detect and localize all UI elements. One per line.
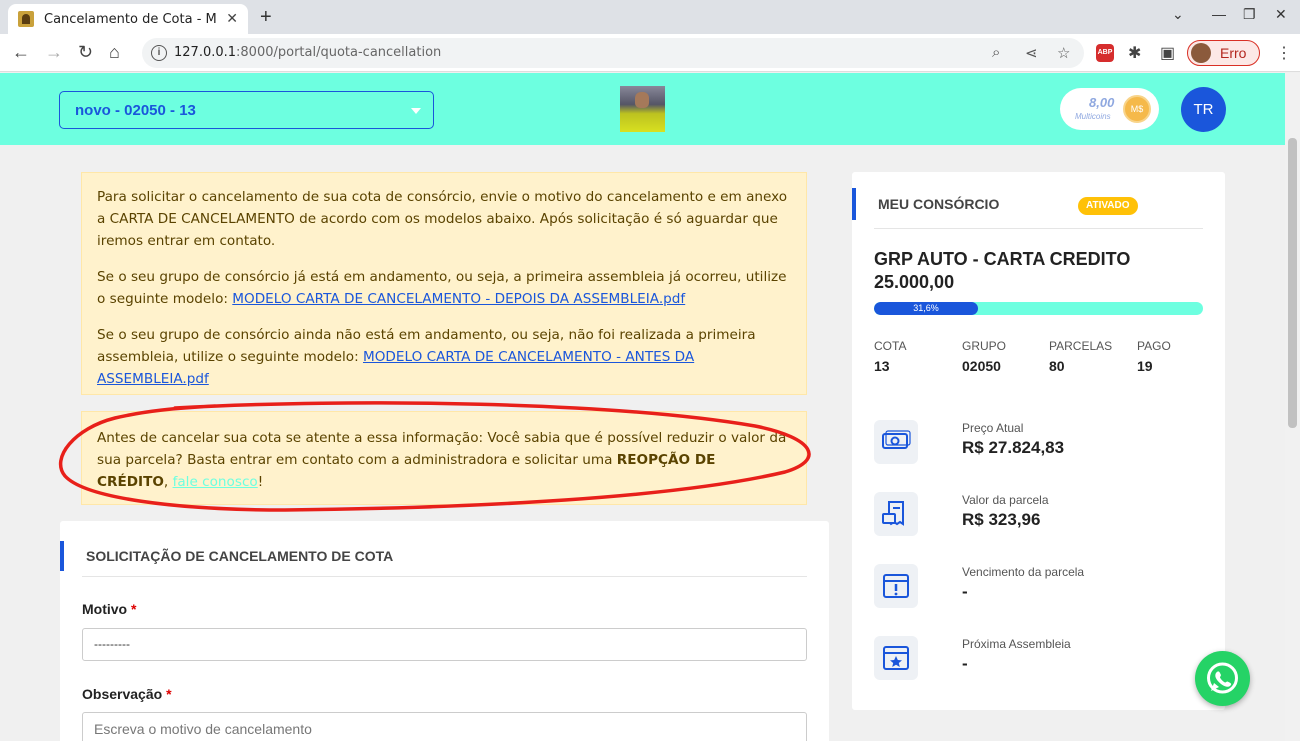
share-icon[interactable]: ⋖ <box>1025 44 1038 62</box>
minimize-icon[interactable]: — <box>1212 6 1226 22</box>
new-tab-icon[interactable]: + <box>260 6 272 29</box>
back-icon[interactable]: ← <box>12 42 30 63</box>
profile-status-label: Erro <box>1220 45 1247 61</box>
chevron-down-icon <box>411 108 421 114</box>
side-panel-icon[interactable]: ▣ <box>1160 43 1175 63</box>
home-icon[interactable]: ⌂ <box>109 42 120 63</box>
close-tab-icon[interactable]: ✕ <box>226 10 238 27</box>
info-installment-value: Valor da parcela R$ 323,96 <box>874 492 1204 536</box>
card-title: MEU CONSÓRCIO <box>852 188 999 220</box>
motivo-select[interactable]: --------- <box>82 628 807 661</box>
my-consortium-card: MEU CONSÓRCIO ATIVADO GRP AUTO - CARTA C… <box>852 172 1225 710</box>
scrollbar-thumb[interactable] <box>1288 138 1297 428</box>
after-assembly-text: Se o seu grupo de consórcio já está em a… <box>97 269 787 307</box>
money-icon <box>874 420 918 464</box>
close-window-icon[interactable]: ✕ <box>1275 6 1287 23</box>
required-mark: * <box>131 601 137 617</box>
site-favicon-icon <box>18 11 34 27</box>
site-info-icon[interactable]: i <box>151 45 167 61</box>
multicoins-balance[interactable]: 8,00 Multicoins M$ <box>1060 88 1159 130</box>
adblock-icon[interactable]: ABP <box>1096 44 1114 62</box>
stat-grupo: GRUPO 02050 <box>962 339 1007 374</box>
credit-reoption-notice: Antes de cancelar sua cota se atente a e… <box>81 411 807 505</box>
motivo-label: Motivo * <box>82 601 137 617</box>
form-title: SOLICITAÇÃO DE CANCELAMENTO DE COTA <box>60 541 393 571</box>
coins-value: 8,00 <box>1089 95 1115 110</box>
profile-button[interactable]: Erro <box>1187 40 1260 66</box>
after-assembly-template-link[interactable]: MODELO CARTA DE CANCELAMENTO - DEPOIS DA… <box>232 291 685 307</box>
coin-icon: M$ <box>1123 95 1151 123</box>
calendar-star-icon <box>874 636 918 680</box>
calendar-alert-icon <box>874 564 918 608</box>
extensions-icon[interactable]: ✱ <box>1128 43 1141 63</box>
before-assembly-text: Se o seu grupo de consórcio ainda não es… <box>97 327 756 387</box>
contact-us-link[interactable]: fale conosco <box>173 474 258 490</box>
required-mark: * <box>166 686 172 702</box>
invoice-icon <box>874 492 918 536</box>
intro-text: Para solicitar o cancelamento de sua cot… <box>97 189 788 249</box>
info-next-assembly: Próxima Assembleia - <box>874 636 1204 680</box>
stat-cota: COTA 13 <box>874 339 907 374</box>
restore-icon[interactable]: ❐ <box>1243 6 1256 23</box>
quota-selector-value: novo - 02050 - 13 <box>75 102 196 119</box>
whatsapp-icon <box>1207 662 1238 694</box>
progress-fill: 31,6% <box>874 302 978 315</box>
url-text: 127.0.0.1:8000/portal/quota-cancellation <box>174 45 442 60</box>
observacao-textarea[interactable]: Escreva o motivo de cancelamento <box>82 712 807 741</box>
warning-text: Antes de cancelar sua cota se atente a e… <box>97 430 787 490</box>
reload-icon[interactable]: ↻ <box>78 42 93 63</box>
quota-selector[interactable]: novo - 02050 - 13 <box>59 91 434 129</box>
browser-tabbar: Cancelamento de Cota - M ✕ + ⌄ — ❐ ✕ <box>0 0 1300 34</box>
cancellation-form: SOLICITAÇÃO DE CANCELAMENTO DE COTA Moti… <box>60 521 829 741</box>
profile-photo <box>620 86 665 132</box>
cancellation-instructions: Para solicitar o cancelamento de sua cot… <box>81 172 807 395</box>
forward-icon[interactable]: → <box>45 42 63 63</box>
coins-label: Multicoins <box>1075 112 1111 121</box>
stat-parcelas: PARCELAS 80 <box>1049 339 1113 374</box>
tab-search-icon[interactable]: ⌄ <box>1172 6 1184 23</box>
stat-pago: PAGO 19 <box>1137 339 1171 374</box>
page-header: novo - 02050 - 13 8,00 Multicoins M$ TR <box>0 73 1285 145</box>
browser-toolbar: ← → ↻ ⌂ i 127.0.0.1:8000/portal/quota-ca… <box>0 34 1300 72</box>
card-divider <box>874 228 1203 229</box>
form-divider <box>82 576 807 577</box>
observacao-label: Observação * <box>82 686 172 702</box>
tab-title: Cancelamento de Cota - M <box>44 11 217 27</box>
address-bar[interactable]: i 127.0.0.1:8000/portal/quota-cancellati… <box>142 38 1084 68</box>
info-current-price: Preço Atual R$ 27.824,83 <box>874 420 1204 464</box>
zoom-icon[interactable]: ⌕ <box>992 44 1000 61</box>
browser-menu-icon[interactable]: ⋮ <box>1276 43 1292 63</box>
user-avatar[interactable]: TR <box>1181 87 1226 132</box>
status-badge: ATIVADO <box>1078 197 1138 215</box>
browser-tab[interactable]: Cancelamento de Cota - M ✕ <box>8 4 248 34</box>
page-scrollbar[interactable] <box>1285 73 1300 741</box>
plan-name: GRP AUTO - CARTA CREDITO 25.000,00 <box>874 249 1131 292</box>
bookmark-star-icon[interactable]: ☆ <box>1057 44 1070 62</box>
payment-progress-bar: 31,6% <box>874 302 1203 315</box>
profile-avatar <box>1191 43 1211 63</box>
whatsapp-button[interactable] <box>1195 651 1250 706</box>
info-installment-due: Vencimento da parcela - <box>874 564 1204 608</box>
